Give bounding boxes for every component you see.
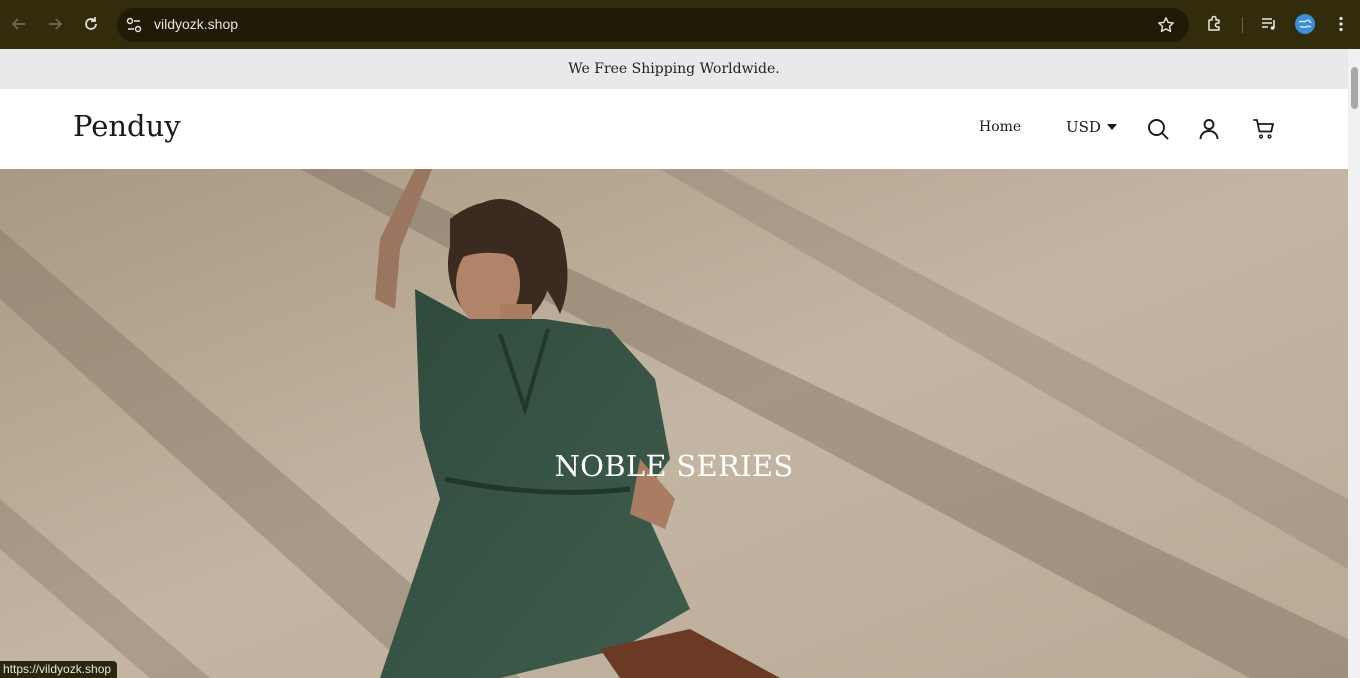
page-scrollbar[interactable] xyxy=(1348,49,1360,678)
hero-title: NOBLE SERIES xyxy=(554,449,794,483)
nav-link-home[interactable]: Home xyxy=(979,119,1021,135)
caret-down-icon xyxy=(1106,124,1117,130)
announcement-bar: We Free Shipping Worldwide. xyxy=(0,49,1348,89)
reload-icon xyxy=(85,17,97,30)
profile-button[interactable] xyxy=(1293,12,1317,36)
link-status-bar: https://vildyozk.shop xyxy=(0,661,118,678)
profile-avatar-icon xyxy=(1295,14,1315,34)
reload-button[interactable] xyxy=(79,12,103,36)
cart-icon[interactable] xyxy=(1252,117,1276,141)
store-logo[interactable]: Penduy xyxy=(73,109,181,143)
browser-menu-button[interactable] xyxy=(1329,12,1353,36)
search-icon[interactable] xyxy=(1146,117,1170,141)
site-settings-icon[interactable] xyxy=(125,16,143,34)
currency-selector[interactable]: USD xyxy=(1066,118,1117,136)
url-text[interactable]: vildyozk.shop xyxy=(154,16,238,32)
back-arrow-icon xyxy=(11,18,25,30)
currency-label: USD xyxy=(1066,118,1101,136)
forward-button[interactable] xyxy=(43,12,67,36)
hero-banner[interactable]: NOBLE SERIES xyxy=(0,169,1348,678)
forward-arrow-icon xyxy=(49,18,63,30)
media-queue-icon xyxy=(1262,18,1275,30)
more-vertical-icon xyxy=(1339,16,1343,32)
media-control-button[interactable] xyxy=(1257,12,1281,36)
hero-image xyxy=(0,169,1348,678)
toolbar-divider xyxy=(1242,17,1243,33)
back-button[interactable] xyxy=(7,12,31,36)
account-icon[interactable] xyxy=(1197,117,1221,141)
announcement-text: We Free Shipping Worldwide. xyxy=(568,61,780,77)
bookmark-star-icon[interactable] xyxy=(1157,16,1175,34)
scrollbar-thumb[interactable] xyxy=(1351,67,1358,109)
site-header: Penduy Home USD xyxy=(0,89,1348,169)
address-bar[interactable]: vildyozk.shop xyxy=(117,8,1189,42)
puzzle-icon xyxy=(1208,15,1220,31)
extensions-button[interactable] xyxy=(1203,12,1227,36)
browser-toolbar: vildyozk.shop xyxy=(0,0,1360,49)
